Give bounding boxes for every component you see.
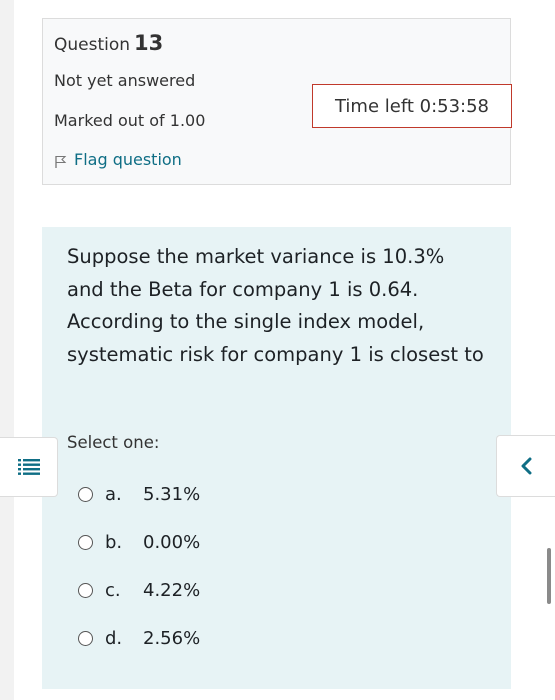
question-content: Suppose the market variance is 10.3% and… [42,227,511,689]
option-value: 0.00% [143,531,201,553]
option-value: 4.22% [143,579,201,601]
option-value: 5.31% [143,483,201,505]
list-icon [17,459,40,475]
flag-question-label: Flag question [74,150,182,169]
option-letter: a. [105,483,122,505]
answer-option-a[interactable]: a. 5.31% [78,470,200,518]
question-title: Question 13 [54,31,163,55]
question-title-prefix: Question [54,35,131,55]
flag-icon [55,155,67,168]
quiz-timer: Time left 0:53:58 [312,84,512,128]
option-letter: b. [105,531,123,553]
option-letter: d. [105,627,123,649]
course-index-drawer-button[interactable] [0,437,58,497]
radio-button[interactable] [78,582,93,598]
select-one-prompt: Select one: [67,433,160,452]
answer-options: a. 5.31% b. 0.00% c. 4.22% d. 2.56% [78,470,200,662]
radio-button[interactable] [78,534,93,550]
option-value: 2.56% [143,627,201,649]
chevron-left-icon [521,457,532,475]
question-text: Suppose the market variance is 10.3% and… [67,245,484,366]
answer-option-d[interactable]: d. 2.56% [78,614,200,662]
question-number: 13 [134,31,164,55]
left-rail [0,0,14,700]
flag-question-link[interactable]: Flag question [54,150,182,169]
scrollbar-thumb[interactable] [547,548,551,604]
option-letter: c. [105,579,121,601]
radio-button[interactable] [78,630,93,646]
question-state: Not yet answered [54,71,196,90]
question-marks: Marked out of 1.00 [54,111,206,130]
radio-button[interactable] [78,486,93,502]
answer-option-c[interactable]: c. 4.22% [78,566,200,614]
open-blocks-drawer-button[interactable] [496,435,555,497]
answer-option-b[interactable]: b. 0.00% [78,518,200,566]
